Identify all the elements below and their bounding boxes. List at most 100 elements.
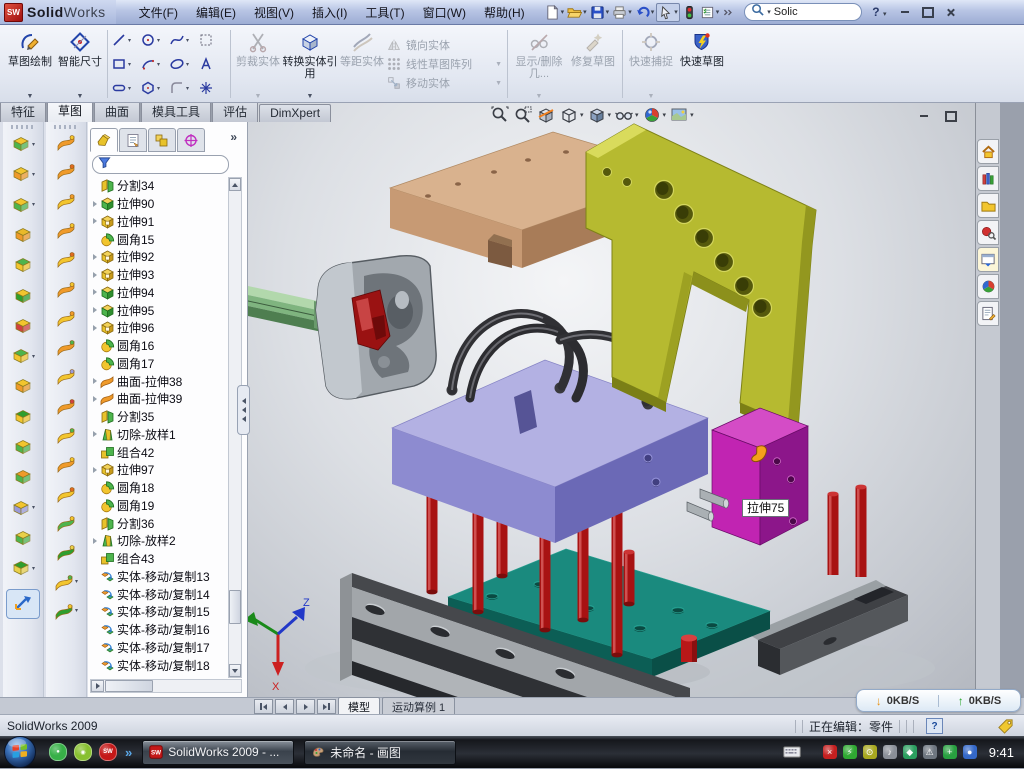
taskbar-task-1[interactable]: SWSolidWorks 2009 - ... [142,740,294,765]
messenger-tray-icon[interactable]: ● [963,745,977,759]
tag-icon[interactable] [997,718,1014,735]
extruded-surface-icon[interactable] [46,132,86,152]
network-warning-tray-icon[interactable]: ⚠ [923,745,937,759]
more-commands-icon[interactable] [721,5,736,20]
tree-item[interactable]: 曲面-拉伸38 [90,372,228,390]
view-palette-tab[interactable] [977,247,999,272]
tab-5[interactable]: 评估 [212,101,258,122]
tree-item[interactable]: 拉伸96 [90,319,228,337]
graphics-viewport[interactable]: ▾▾▾▾▾ [248,103,1000,697]
toolbar-grip[interactable] [54,125,78,129]
resources-home-tab[interactable] [977,139,999,164]
tree-filter-box[interactable] [92,155,229,174]
tree-item[interactable]: 圆角15 [90,230,228,248]
search-input[interactable]: Solic [774,6,798,18]
appearances-tab[interactable] [977,274,999,299]
sync-tray-icon[interactable]: ◆ [903,745,917,759]
hole-wizard-icon[interactable] [3,316,43,336]
rectangle-icon[interactable]: ▾ [111,52,140,76]
new-document-icon[interactable]: ▾ [544,4,566,21]
tree-horizontal-scrollbar[interactable] [90,679,242,693]
configuration-manager-tab[interactable] [148,128,176,152]
expand-arrow-icon[interactable] [90,254,100,260]
insert-features-icon[interactable]: ▾ [3,498,43,518]
solidworks-quicklaunch-icon[interactable]: SW [99,743,117,761]
slot-icon[interactable]: ▾ [111,76,140,100]
delete-face-icon[interactable] [46,396,86,416]
tree-item[interactable]: 圆角19 [90,497,228,515]
menu-3[interactable]: 视图(V) [245,0,303,24]
property-manager-tab[interactable] [119,128,147,152]
options-icon[interactable]: ▾ [699,4,721,21]
ruled-surface-icon[interactable]: ▾ [46,572,86,592]
move-body-toolbar-icon[interactable] [3,467,43,487]
tab-4[interactable]: 模具工具 [141,101,211,122]
scrollbar-thumb[interactable] [105,680,153,692]
expand-arrow-icon[interactable] [90,396,100,402]
health-shield-tray-icon[interactable]: + [943,745,957,759]
menu-5[interactable]: 工具(T) [356,0,413,24]
expand-arrow-icon[interactable] [90,538,100,544]
search-dropdown-icon[interactable]: ▾ [767,8,771,16]
expand-arrow-icon[interactable] [90,467,100,473]
menu-1[interactable]: 文件(F) [130,0,187,24]
rebuild-icon[interactable] [681,4,698,21]
menu-4[interactable]: 插入(I) [303,0,356,24]
undo-icon[interactable]: ▾ [634,4,656,21]
tree-item[interactable]: 拉伸91 [90,213,228,231]
tree-item[interactable]: 拉伸93 [90,266,228,284]
filled-surface-icon[interactable] [46,337,86,357]
search-tab[interactable] [977,220,999,245]
dimxpert-manager-tab[interactable] [177,128,205,152]
offset-surface-icon[interactable] [46,279,86,299]
draft-icon[interactable] [3,407,43,427]
messenger-quicklaunch-icon[interactable]: ● [49,743,67,761]
rib-icon[interactable] [3,376,43,396]
tree-item[interactable]: 分割35 [90,408,228,426]
volume-tray-icon[interactable]: ♪ [883,745,897,759]
menu-2[interactable]: 编辑(E) [187,0,245,24]
tree-item[interactable]: 组合42 [90,443,228,461]
antivirus-tray-icon[interactable]: × [823,745,837,759]
open-icon[interactable]: ▾ [566,4,588,21]
trim-surface-icon[interactable] [46,484,86,504]
select-icon[interactable]: ▾ [656,3,680,22]
tab-2[interactable]: 草图 [47,100,93,122]
input-method-keyboard-icon[interactable] [783,746,801,758]
tree-item[interactable]: 组合43 [90,550,228,568]
knit-surface-icon[interactable] [46,513,86,533]
part-clamp-bracket-yellow[interactable] [586,124,816,438]
view-orientation-icon[interactable]: ▾ [559,105,584,125]
tree-item[interactable]: 圆角17 [90,355,228,373]
tree-item[interactable]: 圆角16 [90,337,228,355]
text-icon[interactable] [198,52,227,76]
fillet-icon[interactable]: ▾ [3,195,43,215]
shell-icon[interactable] [3,437,43,457]
tree-item[interactable]: 拉伸94 [90,284,228,302]
tree-item[interactable]: 圆角18 [90,479,228,497]
ellipse-icon[interactable]: ▾ [169,52,198,76]
zoom-fit-icon[interactable] [490,105,510,125]
expand-arrow-icon[interactable] [90,307,100,313]
freeform-icon[interactable] [46,366,86,386]
extruded-cut-icon[interactable] [3,255,43,275]
nav-first-button[interactable] [254,699,273,714]
quick-tips-button[interactable]: ? [926,718,943,734]
tab-1[interactable]: 特征 [0,101,46,122]
tree-item[interactable]: 拉伸90 [90,195,228,213]
tree-item[interactable]: 切除-放样2 [90,532,228,550]
expand-arrow-icon[interactable] [90,218,100,224]
hide-show-items-icon[interactable]: ▾ [614,105,639,125]
extruded-boss-icon[interactable]: ▾ [3,134,43,154]
restore-button[interactable] [919,5,936,20]
nav-last-button[interactable] [317,699,336,714]
toolbar-grip[interactable] [11,125,35,129]
scroll-right-button[interactable] [91,680,104,692]
tree-item[interactable]: 实体-移动/复制13 [90,568,228,586]
ribbon-convert-button[interactable]: 转换实体引用▼ [282,26,338,102]
security-shield-tray-icon[interactable]: ⚡ [843,745,857,759]
revolved-boss-icon[interactable]: ▾ [3,164,43,184]
revolved-surface-icon[interactable] [46,161,86,181]
tree-item[interactable]: 分割36 [90,514,228,532]
tree-item[interactable]: 实体-移动/复制17 [90,639,228,657]
